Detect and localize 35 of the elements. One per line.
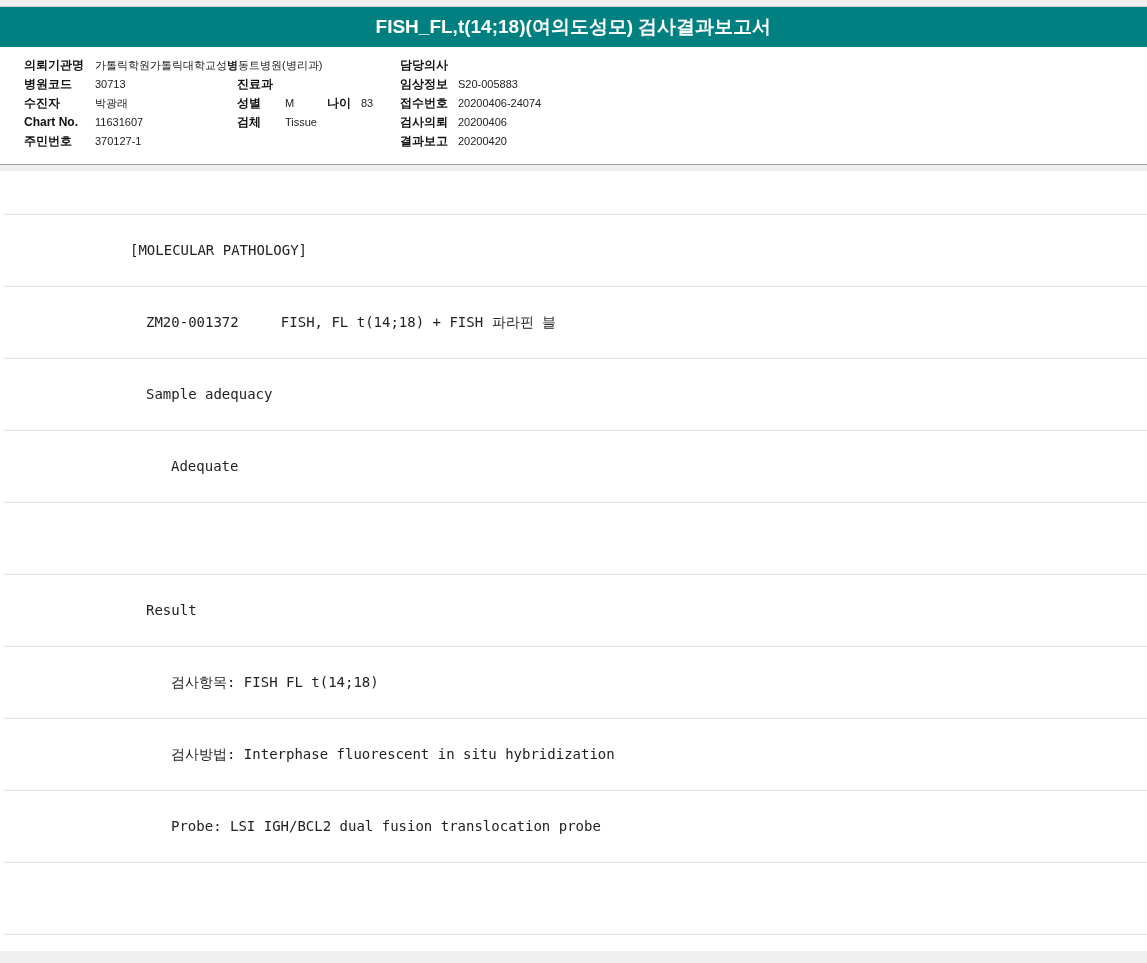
field-label: 담당의사 (400, 56, 449, 74)
field-label: 주민번호 (24, 132, 73, 150)
field-label: 수진자 (24, 94, 61, 112)
field-value: M (285, 95, 296, 111)
field-label: 병원코드 (24, 75, 73, 93)
field-label: 성별 (237, 94, 262, 112)
field-label: 진료과 (237, 75, 274, 93)
title-bar: FISH_FL,t(14;18)(여의도성모) 검사결과보고서 (0, 7, 1147, 47)
field-label: 임상정보 (400, 75, 449, 93)
field-value: 가톨릭학원가톨릭대학교성병동트병원(병리과) (95, 57, 323, 73)
report-line: Probe: LSI IGH/BCL2 dual fusion translocation probe (171, 817, 601, 836)
section-heading: [MOLECULAR PATHOLOGY] (130, 241, 307, 260)
field-value: 20200420 (458, 133, 507, 149)
field-value: 11631607 (95, 114, 144, 130)
field-value: 370127-1 (95, 133, 142, 149)
field-label: 의뢰기관명 (24, 56, 85, 74)
report-line: Adequate (171, 457, 239, 476)
field-value: Tissue (285, 114, 318, 130)
report-line: 검사항목: FISH FL t(14;18) (171, 673, 379, 692)
field-label: Chart No. (24, 113, 79, 131)
field-label: 검사의뢰 (400, 113, 449, 131)
field-label: 나이 (327, 94, 352, 112)
report-line: 검사방법: Interphase fluorescent in situ hybridization (171, 745, 615, 764)
field-label: 검체 (237, 113, 262, 131)
field-value: 30713 (95, 76, 126, 92)
field-value: 20200406-24074 (458, 95, 542, 111)
report-line: Sample adequacy (146, 385, 273, 404)
field-label: 접수번호 (400, 94, 449, 112)
field-value: S20-005883 (458, 76, 518, 92)
report-line: Result (146, 601, 197, 620)
field-label: 결과보고 (400, 132, 449, 150)
field-value: 박광래 (95, 95, 128, 111)
field-value: 20200406 (458, 114, 507, 130)
report-line: ZM20-001372 FISH, FL t(14;18) + FISH 파라핀 블 (146, 313, 556, 332)
field-value: 83 (361, 95, 374, 111)
